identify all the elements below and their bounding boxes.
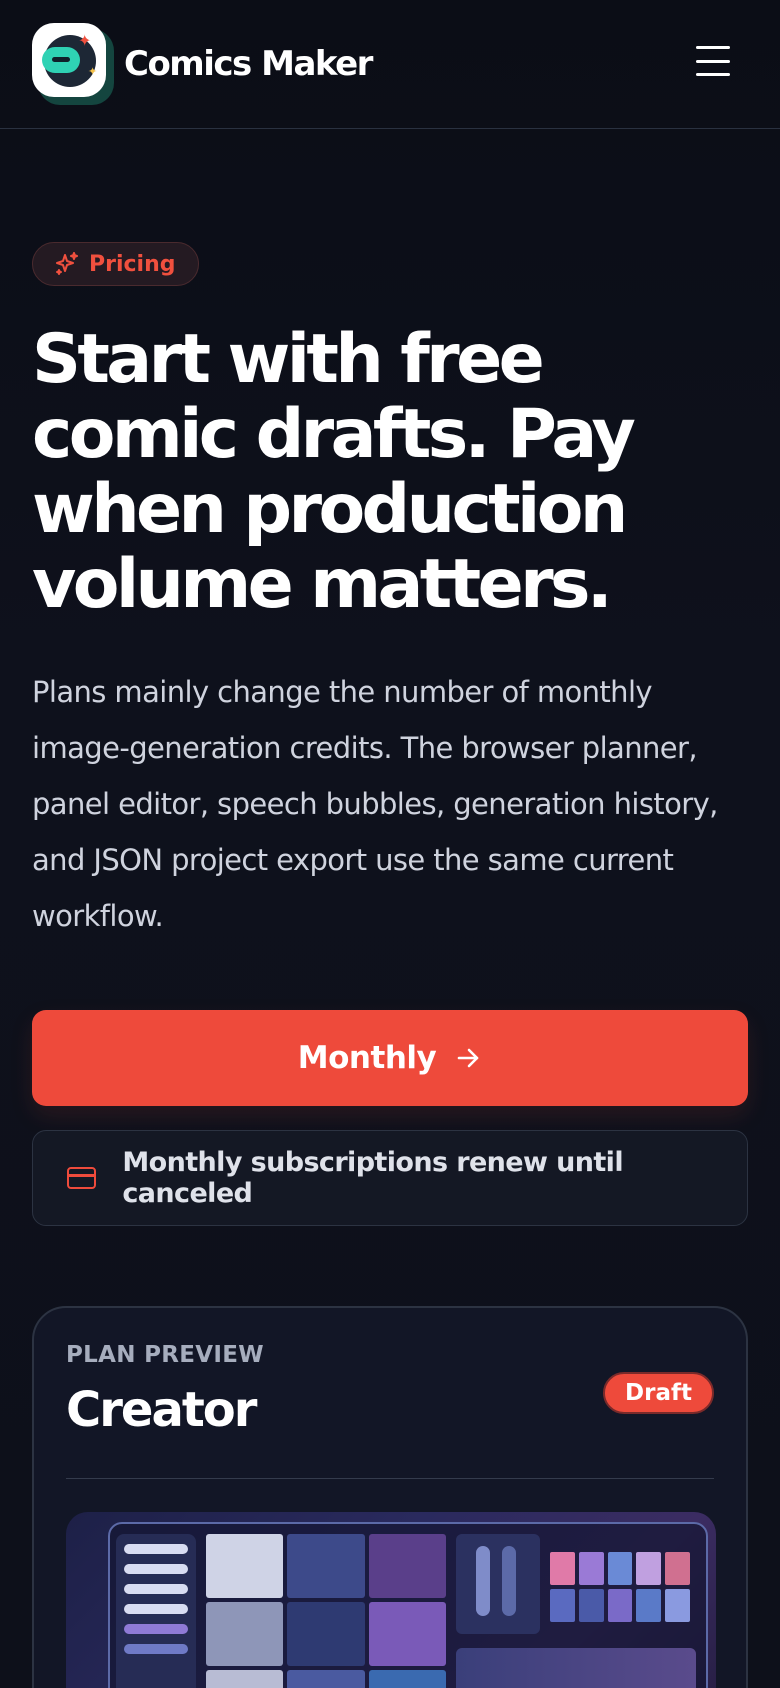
color-swatch	[607, 1589, 633, 1622]
brand-name[interactable]: Comics Maker	[124, 44, 373, 84]
subscription-note: Monthly subscriptions renew until cancel…	[32, 1130, 748, 1226]
subscription-note-text: Monthly subscriptions renew until cancel…	[122, 1147, 623, 1209]
comics-maker-logo-icon[interactable]: ✦ ✦	[32, 23, 114, 105]
star-icon: ✦	[78, 31, 92, 50]
comic-panel	[206, 1534, 284, 1598]
comic-panel	[368, 1602, 446, 1666]
status-badge: Draft	[603, 1372, 714, 1414]
character-figure	[502, 1546, 516, 1616]
preview-pill	[124, 1564, 188, 1574]
comic-panel	[287, 1534, 365, 1598]
color-swatch	[636, 1589, 662, 1622]
color-swatch	[578, 1589, 604, 1622]
comic-panel	[206, 1602, 284, 1666]
small-star-icon: ✦	[88, 65, 98, 78]
plan-name: Creator	[66, 1382, 257, 1438]
color-swatch	[578, 1552, 604, 1585]
comic-panel	[287, 1670, 365, 1688]
logo-tile: ✦ ✦	[32, 23, 106, 97]
preview-lower-panel	[456, 1648, 696, 1688]
comic-panel	[206, 1670, 284, 1688]
pricing-page: ✦ ✦ Comics Maker Pricing Start with free…	[0, 0, 780, 1688]
preview-pill	[124, 1624, 188, 1634]
menu-line	[696, 46, 730, 49]
color-swatch	[665, 1552, 690, 1585]
color-swatch	[550, 1589, 575, 1622]
color-swatch	[665, 1589, 690, 1622]
divider	[66, 1478, 714, 1479]
plan-preview-card: PLAN PREVIEW Creator Draft	[32, 1306, 748, 1688]
comic-panel	[368, 1670, 446, 1688]
preview-pill	[124, 1544, 188, 1554]
comic-panel	[287, 1602, 365, 1666]
color-swatch	[607, 1552, 633, 1585]
speech-bubble-icon	[42, 47, 80, 73]
color-swatch	[636, 1552, 662, 1585]
character-figure	[476, 1546, 490, 1616]
monthly-button-label: Monthly	[297, 1040, 437, 1076]
preview-character-panel	[456, 1534, 540, 1634]
site-header: ✦ ✦ Comics Maker	[0, 0, 780, 129]
hero-title: Start with free comic drafts. Pay when p…	[32, 320, 636, 624]
hero-description: Plans mainly change the number of monthl…	[32, 675, 718, 933]
arrow-right-icon	[457, 1048, 479, 1068]
comic-panel	[368, 1534, 446, 1598]
menu-line	[696, 73, 730, 76]
preview-comic-grid	[206, 1534, 446, 1688]
color-swatch	[550, 1552, 575, 1585]
hamburger-menu-icon[interactable]	[696, 46, 730, 76]
pricing-badge: Pricing	[32, 242, 199, 286]
preview-pill	[124, 1604, 188, 1614]
monthly-button[interactable]: Monthly	[32, 1010, 748, 1106]
plan-preview-image	[66, 1512, 716, 1688]
credit-card-icon	[67, 1167, 97, 1189]
badge-label: Pricing	[89, 251, 176, 277]
preview-color-swatches	[550, 1552, 690, 1622]
plan-eyebrow: PLAN PREVIEW	[66, 1342, 264, 1368]
preview-pill	[124, 1584, 188, 1594]
menu-line	[696, 59, 730, 63]
sparkle-icon	[56, 252, 78, 275]
preview-pill	[124, 1644, 188, 1654]
